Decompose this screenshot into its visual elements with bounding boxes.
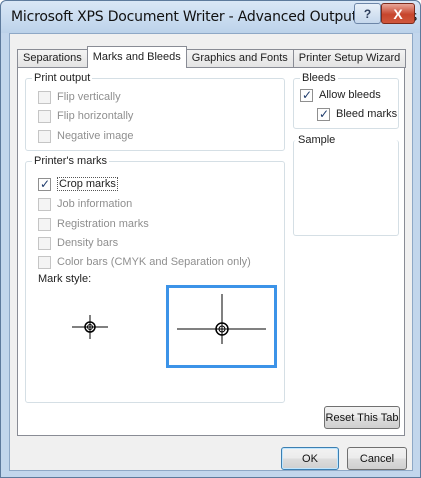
short-crop-mark-icon xyxy=(72,315,108,339)
dialog-client-area: Separations Marks and Bleeds Graphics an… xyxy=(9,33,413,471)
bleeds-group: Bleeds Allow bleeds Bleed marks xyxy=(293,71,399,129)
registration-marks-option[interactable]: Registration marks xyxy=(38,217,149,231)
crop-marks-label: Crop marks xyxy=(57,177,118,191)
dialog-window: Microsoft XPS Document Writer - Advanced… xyxy=(0,0,421,478)
negative-image-checkbox[interactable] xyxy=(38,129,51,143)
tab-panel-marks-and-bleeds: Print output Flip vertically Flip horizo… xyxy=(17,67,405,436)
density-bars-checkbox[interactable] xyxy=(38,236,51,250)
print-output-group: Print output Flip vertically Flip horizo… xyxy=(25,71,285,151)
tab-marks-and-bleeds[interactable]: Marks and Bleeds xyxy=(86,46,187,68)
job-information-option[interactable]: Job information xyxy=(38,197,132,211)
flip-horizontally-option[interactable]: Flip horizontally xyxy=(38,109,133,123)
flip-vertically-checkbox[interactable] xyxy=(38,90,51,104)
flip-horizontally-label: Flip horizontally xyxy=(57,110,134,122)
bleeds-title: Bleeds xyxy=(300,71,338,85)
printers-marks-title: Printer's marks xyxy=(32,154,109,168)
flip-vertically-label: Flip vertically xyxy=(57,91,121,103)
bleed-marks-label: Bleed marks xyxy=(336,108,398,120)
tab-separations[interactable]: Separations xyxy=(17,49,88,68)
allow-bleeds-checkbox[interactable] xyxy=(300,88,313,102)
mark-style-short-option[interactable] xyxy=(64,302,116,352)
job-information-checkbox[interactable] xyxy=(38,197,51,211)
ok-button[interactable]: OK xyxy=(281,447,339,470)
print-output-title: Print output xyxy=(32,71,93,85)
tab-strip: Separations Marks and Bleeds Graphics an… xyxy=(17,46,407,68)
crop-marks-checkbox[interactable] xyxy=(38,177,51,191)
ok-label: OK xyxy=(302,452,318,465)
color-bars-option[interactable]: Color bars (CMYK and Separation only) xyxy=(38,255,251,269)
mark-style-label: Mark style: xyxy=(38,273,92,285)
bleed-marks-option[interactable]: Bleed marks xyxy=(317,107,397,121)
reset-this-tab-label: Reset This Tab xyxy=(325,411,399,424)
flip-vertically-option[interactable]: Flip vertically xyxy=(38,90,121,104)
tab-printer-setup-wizard[interactable]: Printer Setup Wizard xyxy=(292,49,407,68)
printers-marks-group: Printer's marks Crop marks Job informati… xyxy=(25,154,285,403)
close-button[interactable]: X xyxy=(381,3,415,24)
allow-bleeds-option[interactable]: Allow bleeds xyxy=(300,88,381,102)
sample-preview xyxy=(293,140,399,236)
density-bars-option[interactable]: Density bars xyxy=(38,236,118,250)
negative-image-option[interactable]: Negative image xyxy=(38,129,133,143)
registration-marks-checkbox[interactable] xyxy=(38,217,51,231)
reset-this-tab-button[interactable]: Reset This Tab xyxy=(324,406,400,429)
crop-marks-option[interactable]: Crop marks xyxy=(38,177,118,191)
question-mark-icon: ? xyxy=(363,6,372,21)
job-information-label: Job information xyxy=(57,198,133,210)
density-bars-label: Density bars xyxy=(57,237,119,249)
help-button[interactable]: ? xyxy=(354,3,381,24)
color-bars-label: Color bars (CMYK and Separation only) xyxy=(57,256,251,268)
long-crop-mark-icon xyxy=(177,294,266,344)
flip-horizontally-checkbox[interactable] xyxy=(38,109,51,123)
allow-bleeds-label: Allow bleeds xyxy=(319,89,381,101)
title-bar[interactable]: Microsoft XPS Document Writer - Advanced… xyxy=(1,1,420,33)
tab-graphics-and-fonts[interactable]: Graphics and Fonts xyxy=(185,49,294,68)
color-bars-checkbox[interactable] xyxy=(38,255,51,269)
cancel-label: Cancel xyxy=(359,452,395,465)
close-icon: X xyxy=(393,5,403,22)
negative-image-label: Negative image xyxy=(57,130,134,142)
bleed-marks-checkbox[interactable] xyxy=(317,107,330,121)
registration-marks-label: Registration marks xyxy=(57,218,149,230)
cancel-button[interactable]: Cancel xyxy=(347,447,407,470)
mark-style-long-option[interactable] xyxy=(166,285,277,368)
